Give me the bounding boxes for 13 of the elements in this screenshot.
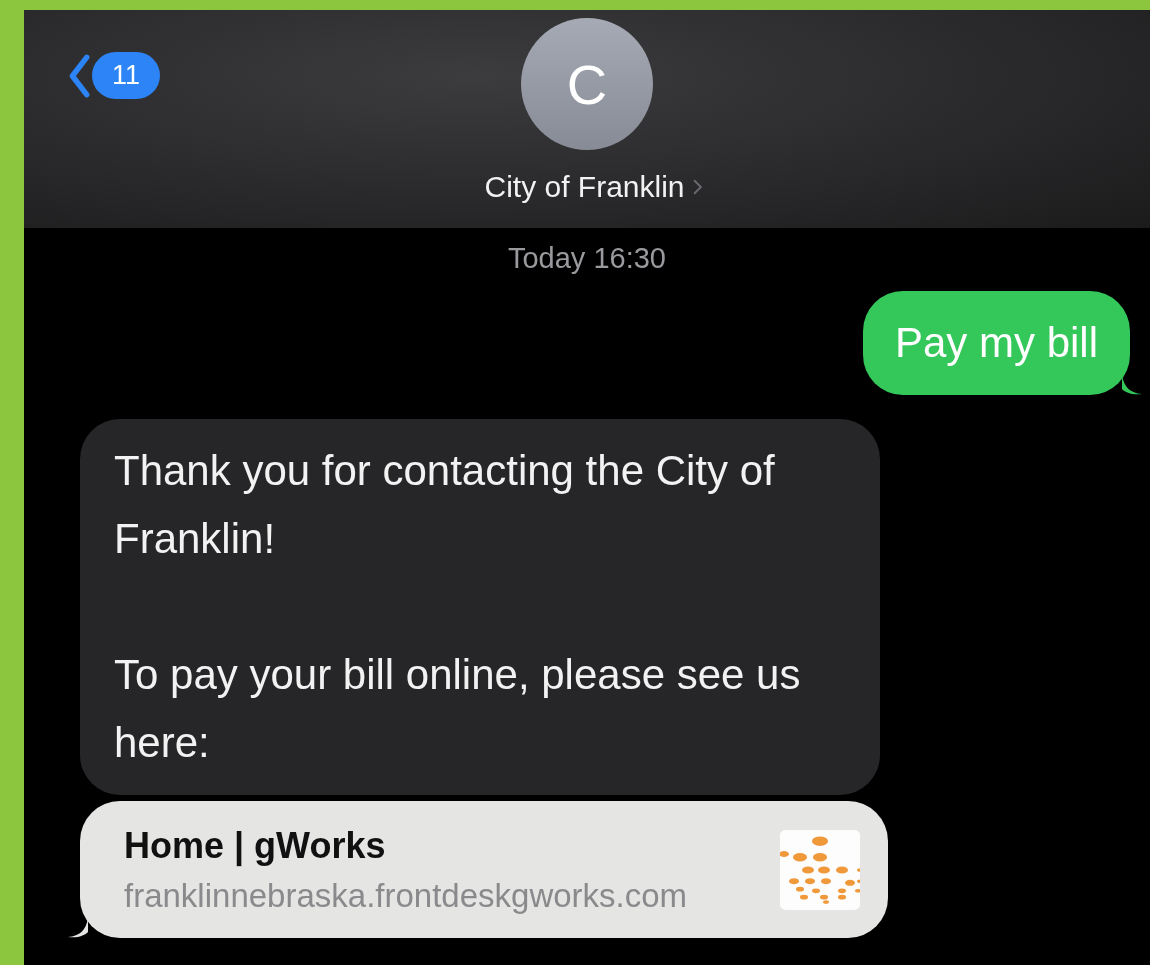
dotted-logo-icon xyxy=(780,829,860,910)
bubble-tail xyxy=(68,918,88,938)
back-button[interactable]: 11 xyxy=(68,52,161,99)
bubble-tail xyxy=(1122,375,1142,395)
link-title: Home | gWorks xyxy=(124,824,387,867)
link-preview-card[interactable]: Home | gWorks franklinnebraska.frontdeskgworks.com xyxy=(80,801,888,938)
unread-count-badge: 11 xyxy=(92,52,161,99)
chevron-right-icon xyxy=(692,179,702,195)
contact-name[interactable]: City of Franklin xyxy=(484,170,685,204)
back-icon xyxy=(68,53,90,98)
message-timestamp: Today 16:30 xyxy=(507,242,667,275)
received-message-bubble: Thank you for contacting the City of Franklin! To pay your bill online, please see us here: xyxy=(80,419,880,795)
link-url: franklinnebraska.frontdeskgworks.com xyxy=(124,876,688,915)
